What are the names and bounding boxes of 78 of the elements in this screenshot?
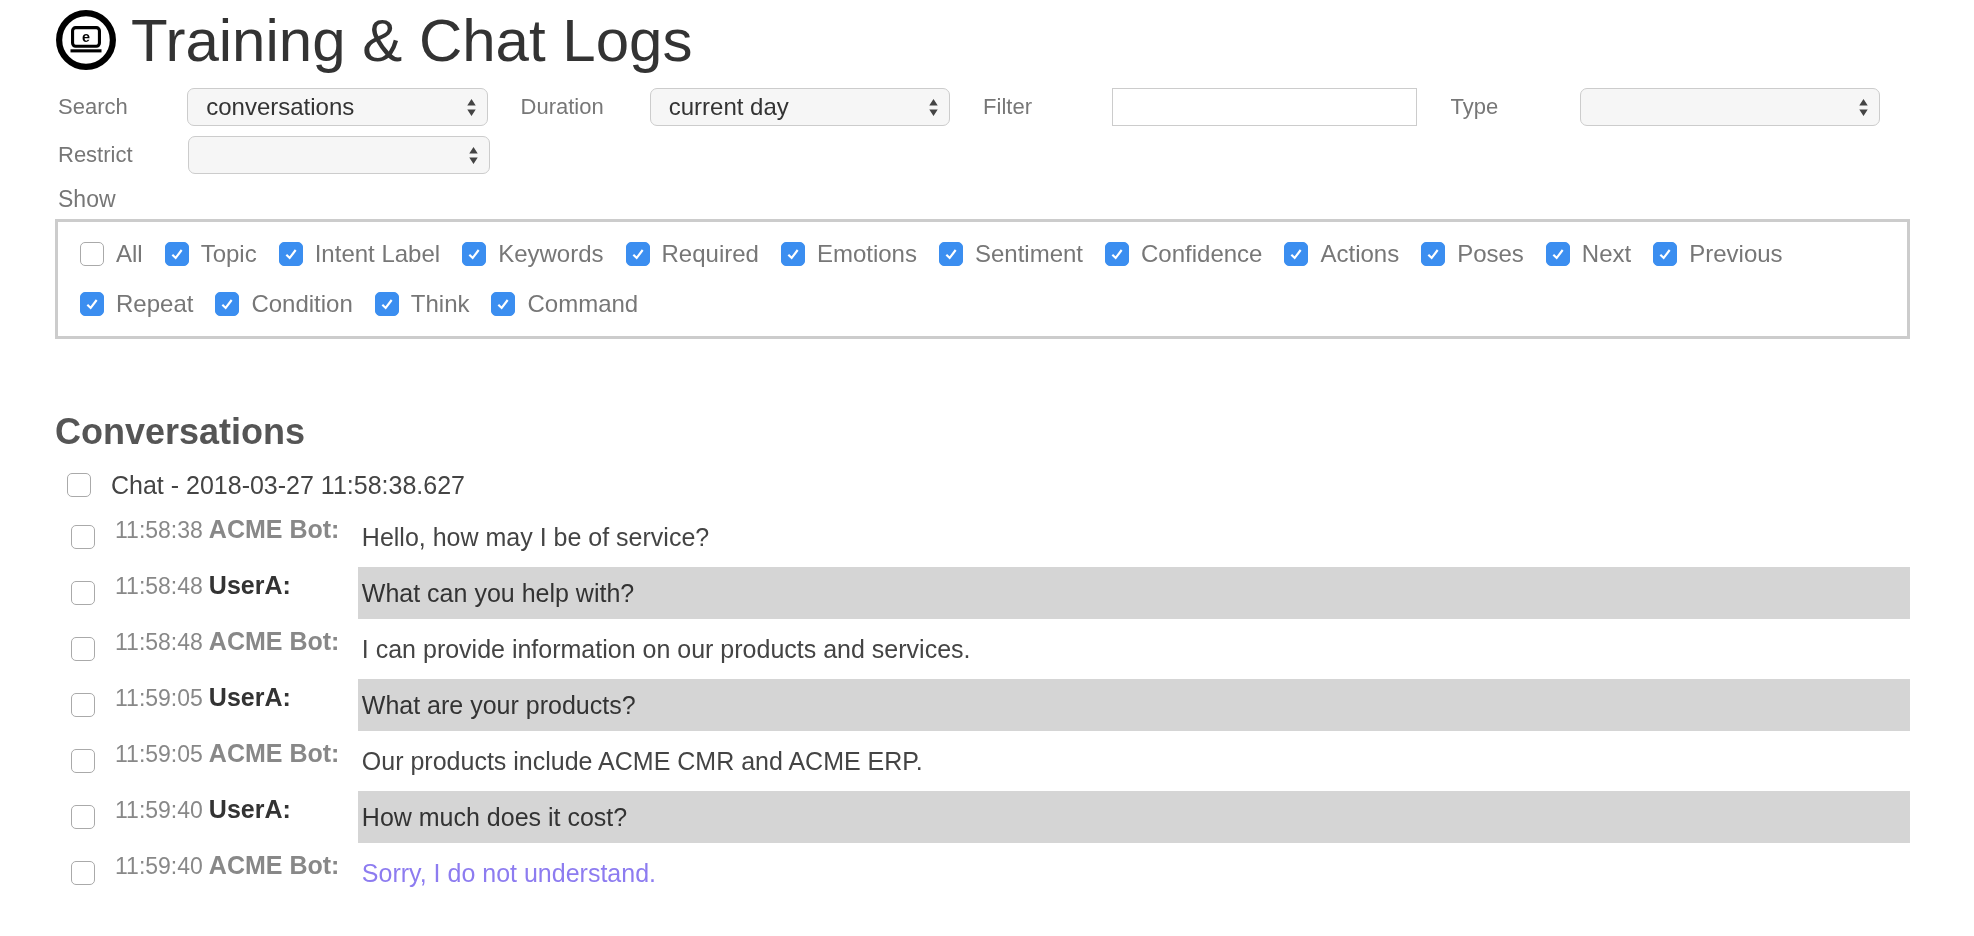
chat-title: Chat - 2018-03-27 11:58:38.627 — [111, 470, 465, 500]
checkbox[interactable] — [374, 292, 399, 316]
dropdown[interactable]: conversations — [187, 88, 488, 126]
speaker-name: ACME Bot: — [208, 515, 341, 544]
checkbox[interactable] — [215, 292, 240, 316]
speaker-name: UserA: — [208, 571, 292, 600]
checkbox[interactable] — [67, 473, 91, 497]
checkbox[interactable] — [80, 242, 104, 266]
checkbox[interactable] — [1545, 242, 1570, 266]
checkbox[interactable] — [71, 693, 95, 717]
checkbox[interactable] — [491, 292, 516, 316]
option-label: Command — [527, 290, 639, 318]
checkbox[interactable] — [938, 242, 963, 266]
option-label: All — [116, 240, 143, 268]
checkbox[interactable] — [780, 242, 805, 266]
checkbox[interactable] — [71, 637, 95, 661]
checkbox[interactable] — [278, 242, 303, 266]
option-label: Next — [1581, 240, 1632, 268]
message-text: What can you help with? — [357, 567, 1910, 619]
field-label: Filter — [983, 94, 1033, 120]
timestamp: 11:59:40 — [115, 853, 203, 880]
filter-input[interactable] — [1112, 88, 1418, 126]
option-label: Poses — [1457, 240, 1524, 268]
timestamp: 11:59:05 — [115, 685, 203, 712]
speaker-name: UserA: — [208, 795, 292, 824]
message-text: I can provide information on our products and services. — [360, 634, 972, 665]
field-label: Search — [58, 94, 129, 120]
checkbox[interactable] — [625, 242, 650, 266]
checkbox[interactable] — [1105, 242, 1130, 266]
field-label: Type — [1450, 94, 1500, 120]
checkbox[interactable] — [71, 749, 95, 773]
dropdown[interactable]: current day — [649, 88, 951, 126]
message-text: What are your products? — [357, 679, 1910, 731]
updown-arrows-icon — [468, 145, 479, 165]
timestamp: 11:58:38 — [115, 517, 203, 544]
checkbox[interactable] — [71, 581, 95, 605]
option-label: Emotions — [816, 240, 917, 268]
message-text: How much does it cost? — [357, 791, 1910, 843]
checkbox[interactable] — [71, 805, 95, 829]
option-label: Think — [410, 290, 470, 318]
option-label: Repeat — [116, 290, 194, 318]
timestamp: 11:58:48 — [115, 629, 203, 656]
checkbox[interactable] — [1653, 242, 1678, 266]
option-label: Previous — [1689, 240, 1783, 268]
option-label: Topic — [200, 240, 257, 268]
section-heading: Conversations — [55, 411, 307, 453]
option-label: Condition — [251, 290, 353, 318]
message-text: Sorry, I do not understand. — [360, 858, 657, 889]
field-label: Restrict — [58, 142, 134, 168]
updown-arrows-icon — [928, 97, 940, 117]
checkbox[interactable] — [462, 242, 487, 266]
checkbox[interactable] — [80, 292, 104, 316]
updown-arrows-icon — [1858, 97, 1869, 117]
message-text: Hello, how may I be of service? — [360, 522, 711, 553]
checkbox[interactable] — [71, 861, 95, 885]
field-label: Duration — [520, 94, 605, 120]
timestamp: 11:59:05 — [115, 741, 203, 768]
checkbox[interactable] — [164, 242, 189, 266]
logo-icon: e — [55, 9, 117, 71]
speaker-name: ACME Bot: — [208, 851, 341, 880]
checkbox[interactable] — [71, 525, 95, 549]
checkbox[interactable] — [1421, 242, 1446, 266]
updown-arrows-icon — [465, 97, 477, 117]
option-label: Confidence — [1141, 240, 1263, 268]
option-label: Actions — [1320, 240, 1400, 268]
speaker-name: UserA: — [208, 683, 292, 712]
speaker-name: ACME Bot: — [208, 739, 341, 768]
message-text: Our products include ACME CMR and ACME ERP. — [360, 746, 924, 777]
timestamp: 11:59:40 — [115, 797, 203, 824]
option-label: Required — [661, 240, 759, 268]
speaker-name: ACME Bot: — [208, 627, 341, 656]
option-label: Keywords — [498, 240, 604, 268]
option-label: Intent Label — [314, 240, 441, 268]
checkbox[interactable] — [1284, 242, 1309, 266]
show-label: Show — [58, 186, 117, 213]
page-title: Training & Chat Logs — [131, 5, 693, 75]
option-label: Sentiment — [974, 240, 1084, 268]
timestamp: 11:58:48 — [115, 573, 203, 600]
